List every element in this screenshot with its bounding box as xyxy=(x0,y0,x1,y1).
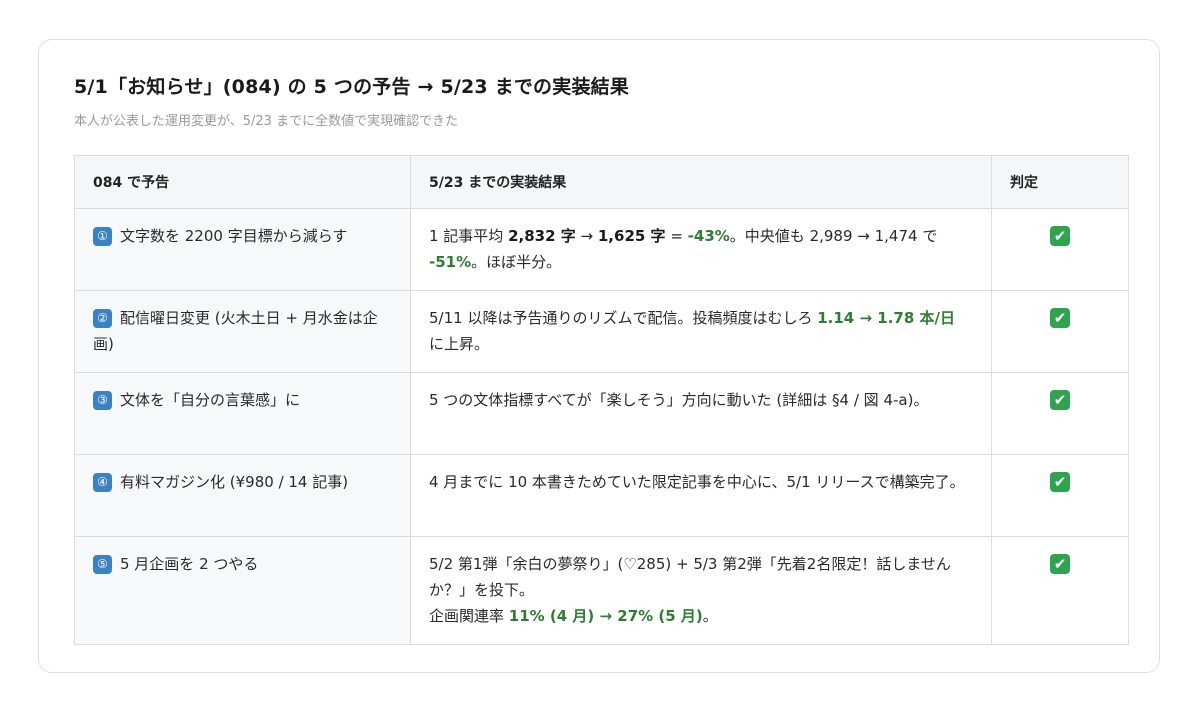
check-mark-icon: ✔ xyxy=(1050,390,1070,410)
result-value-highlight: 11% (4 月) → 27% (5 月) xyxy=(508,607,703,625)
check-mark-icon: ✔ xyxy=(1050,554,1070,574)
header-prediction: 084 で予告 xyxy=(74,155,411,209)
prediction-text: 文体を「自分の言葉感」に xyxy=(120,391,301,409)
result-value-highlight: -43% xyxy=(687,227,730,245)
card-title: 5/1「お知らせ」(084) の 5 つの予告 → 5/23 までの実装結果 xyxy=(74,76,630,98)
prediction-cell: ② 配信曜日変更 (火木土日 + 月水金は企画) xyxy=(74,290,411,373)
result-text: 5/11 以降は予告通りのリズムで配信。投稿頻度はむしろ xyxy=(429,309,818,327)
result-value-highlight: -51% xyxy=(429,253,472,271)
number-badge: ④ xyxy=(93,473,112,492)
verdict-cell: ✔ xyxy=(991,536,1129,645)
header-verdict: 判定 xyxy=(991,155,1129,209)
table-row: ④ 有料マガジン化 (¥980 / 14 記事) 4 月までに 10 本書きためて… xyxy=(74,454,1129,537)
table-row: ② 配信曜日変更 (火木土日 + 月水金は企画) 5/11 以降は予告通りのリズム… xyxy=(74,290,1129,373)
result-text: 5 つの文体指標すべてが「楽しそう」方向に動いた (詳細は §4 / 図 4-a… xyxy=(429,391,929,409)
prediction-cell: ④ 有料マガジン化 (¥980 / 14 記事) xyxy=(74,454,411,537)
table-row: ① 文字数を 2200 字目標から減らす 1 記事平均 2,832 字 → 1,6… xyxy=(74,208,1129,291)
verdict-cell: ✔ xyxy=(991,372,1129,455)
result-text: → xyxy=(575,227,598,245)
table-header-row: 084 で予告 5/23 までの実装結果 判定 xyxy=(74,155,1129,209)
prediction-text: 5 月企画を 2 つやる xyxy=(120,555,259,573)
prediction-cell: ⑤ 5 月企画を 2 つやる xyxy=(74,536,411,645)
result-text: 1 記事平均 xyxy=(429,227,509,245)
result-text: 5/2 第1弾「余白の夢祭り」(♡285) + 5/3 第2弾「先着2名限定！話… xyxy=(429,555,951,599)
verdict-cell: ✔ xyxy=(991,290,1129,373)
result-value-bold: 2,832 字 xyxy=(508,227,576,245)
result-text: 。ほぼ半分。 xyxy=(471,253,562,271)
result-cell: 5 つの文体指標すべてが「楽しそう」方向に動いた (詳細は §4 / 図 4-a… xyxy=(410,372,992,455)
result-value-bold: 1,625 字 xyxy=(597,227,666,245)
verdict-cell: ✔ xyxy=(991,454,1129,537)
result-text: 4 月までに 10 本書きためていた限定記事を中心に、5/1 リリースで構築完了… xyxy=(429,473,965,491)
header-result: 5/23 までの実装結果 xyxy=(410,155,992,209)
summary-card: 5/1「お知らせ」(084) の 5 つの予告 → 5/23 までの実装結果 本… xyxy=(38,39,1160,673)
table-row: ⑤ 5 月企画を 2 つやる 5/2 第1弾「余白の夢祭り」(♡285) + 5/… xyxy=(74,536,1129,645)
result-text: = xyxy=(665,227,688,245)
prediction-text: 有料マガジン化 (¥980 / 14 記事) xyxy=(120,473,349,491)
result-cell: 1 記事平均 2,832 字 → 1,625 字 = -43%。中央値も 2,9… xyxy=(410,208,992,291)
check-mark-icon: ✔ xyxy=(1050,226,1070,246)
prediction-cell: ③ 文体を「自分の言葉感」に xyxy=(74,372,411,455)
table-row: ③ 文体を「自分の言葉感」に 5 つの文体指標すべてが「楽しそう」方向に動いた (… xyxy=(74,372,1129,455)
check-mark-icon: ✔ xyxy=(1050,308,1070,328)
number-badge: ⑤ xyxy=(93,555,112,574)
result-text: 。中央値も 2,989 → 1,474 で xyxy=(729,227,938,245)
result-text: 企画関連率 xyxy=(429,607,509,625)
number-badge: ② xyxy=(93,309,112,328)
result-cell: 4 月までに 10 本書きためていた限定記事を中心に、5/1 リリースで構築完了… xyxy=(410,454,992,537)
result-text: 。 xyxy=(702,607,718,625)
results-table: 084 で予告 5/23 までの実装結果 判定 ① 文字数を 2200 字目標から… xyxy=(74,155,1129,645)
number-badge: ① xyxy=(93,227,112,246)
result-value-highlight: 1.14 → 1.78 本/日 xyxy=(817,309,955,327)
result-cell: 5/11 以降は予告通りのリズムで配信。投稿頻度はむしろ 1.14 → 1.78… xyxy=(410,290,992,373)
result-text: に上昇。 xyxy=(429,335,490,353)
prediction-text: 文字数を 2200 字目標から減らす xyxy=(120,227,348,245)
card-subtitle: 本人が公表した運用変更が、5/23 までに全数値で実現確認できた xyxy=(74,114,459,129)
result-cell: 5/2 第1弾「余白の夢祭り」(♡285) + 5/3 第2弾「先着2名限定！話… xyxy=(410,536,992,645)
prediction-cell: ① 文字数を 2200 字目標から減らす xyxy=(74,208,411,291)
check-mark-icon: ✔ xyxy=(1050,472,1070,492)
number-badge: ③ xyxy=(93,391,112,410)
verdict-cell: ✔ xyxy=(991,208,1129,291)
prediction-text: 配信曜日変更 (火木土日 + 月水金は企画) xyxy=(93,309,378,353)
